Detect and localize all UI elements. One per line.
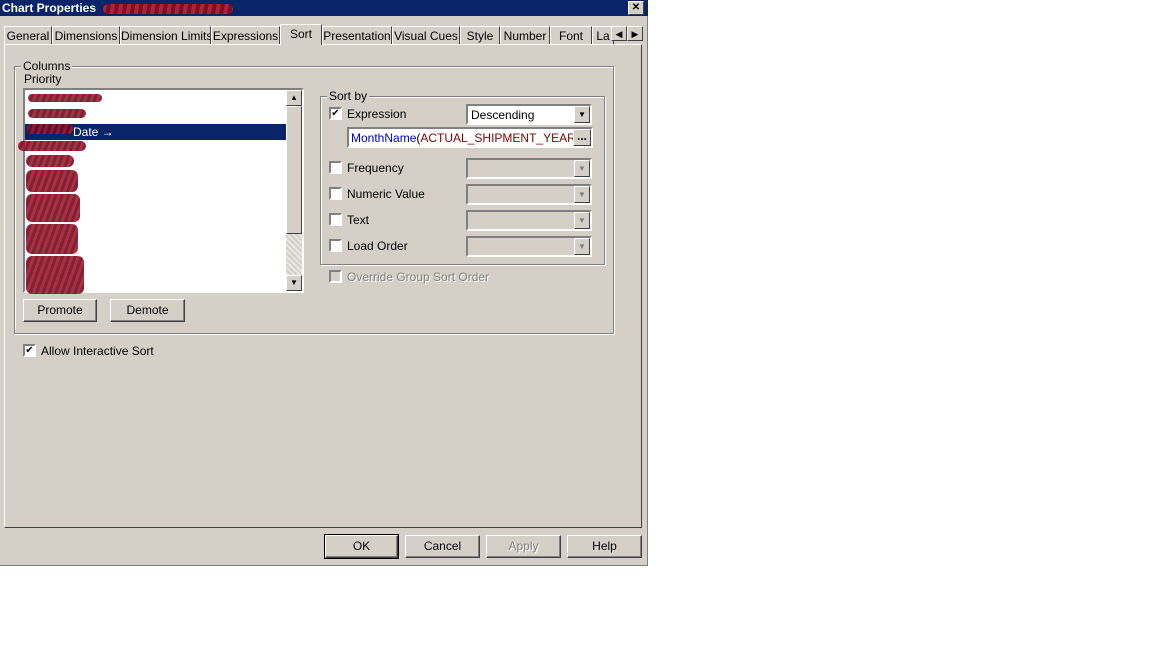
chevron-down-icon: ▼ bbox=[574, 160, 590, 177]
cancel-button[interactable]: Cancel bbox=[405, 535, 480, 558]
tab-dimensions[interactable]: Dimensions bbox=[52, 26, 120, 44]
redaction-scribble bbox=[26, 194, 80, 222]
sort-order-value: Descending bbox=[471, 108, 535, 122]
tab-style[interactable]: Style bbox=[460, 26, 500, 44]
tab-visual-cues[interactable]: Visual Cues bbox=[392, 26, 460, 44]
scroll-up-icon[interactable]: ▲ bbox=[286, 90, 302, 106]
close-button[interactable]: ✕ bbox=[628, 1, 644, 15]
expression-label: Expression bbox=[347, 107, 407, 121]
expression-function: MonthName bbox=[351, 131, 417, 145]
redaction-scribble bbox=[26, 170, 78, 192]
tab-scroll-left-icon[interactable]: ◀ bbox=[611, 26, 627, 41]
redaction-scribble bbox=[26, 256, 84, 294]
load-order-select[interactable]: ▼ bbox=[466, 236, 592, 257]
chevron-down-icon[interactable]: ▼ bbox=[574, 106, 590, 123]
text-label: Text bbox=[347, 213, 370, 227]
promote-button[interactable]: Promote bbox=[23, 299, 97, 322]
listbox-scrollbar[interactable]: ▲ ▼ bbox=[286, 90, 302, 291]
expression-checkbox[interactable]: ✔ bbox=[329, 107, 342, 120]
allow-interactive-sort-label: Allow Interactive Sort bbox=[41, 344, 154, 358]
tab-dimension-limits[interactable]: Dimension Limits bbox=[120, 26, 211, 44]
help-button[interactable]: Help bbox=[567, 535, 642, 558]
numeric-value-checkbox[interactable] bbox=[329, 187, 342, 200]
list-item-selected-label: Date → bbox=[73, 125, 114, 139]
text-order-select[interactable]: ▼ bbox=[466, 210, 592, 231]
chevron-down-icon: ▼ bbox=[574, 212, 590, 229]
tab-sort[interactable]: Sort bbox=[280, 24, 322, 45]
sort-by-group-label: Sort by bbox=[327, 89, 370, 103]
redaction-scribble bbox=[28, 109, 86, 118]
scroll-down-icon[interactable]: ▼ bbox=[286, 275, 302, 291]
columns-group-label: Columns bbox=[21, 59, 73, 73]
chevron-down-icon: ▼ bbox=[574, 238, 590, 255]
frequency-label: Frequency bbox=[347, 161, 404, 175]
allow-interactive-sort-checkbox[interactable]: ✔ bbox=[23, 344, 36, 357]
tab-expressions[interactable]: Expressions bbox=[211, 26, 280, 44]
expression-editor-button[interactable]: ... bbox=[573, 129, 591, 146]
tab-font[interactable]: Font bbox=[550, 26, 592, 44]
title-bar: Chart Properties ✕ bbox=[0, 0, 648, 16]
redacted-title-scribble bbox=[103, 3, 234, 14]
redaction-scribble bbox=[27, 124, 73, 134]
frequency-order-select[interactable]: ▼ bbox=[466, 158, 592, 179]
tab-number[interactable]: Number bbox=[500, 26, 550, 44]
ok-button[interactable]: OK bbox=[324, 534, 399, 559]
priority-label: Priority bbox=[24, 72, 62, 86]
chart-properties-dialog: Chart Properties ✕ General Dimensions Di… bbox=[0, 0, 648, 566]
numeric-value-label: Numeric Value bbox=[347, 187, 425, 201]
frequency-checkbox[interactable] bbox=[329, 161, 342, 174]
text-checkbox[interactable] bbox=[329, 213, 342, 226]
scroll-thumb[interactable] bbox=[286, 106, 302, 234]
redaction-scribble bbox=[26, 155, 74, 167]
tab-scroll-right-icon[interactable]: ▶ bbox=[627, 26, 643, 41]
tab-presentation[interactable]: Presentation bbox=[322, 26, 392, 44]
redaction-scribble bbox=[18, 141, 86, 151]
window-title: Chart Properties bbox=[2, 1, 97, 15]
redaction-scribble bbox=[26, 224, 78, 254]
tab-general[interactable]: General bbox=[4, 26, 52, 44]
sort-expression-field[interactable]: MonthName(ACTUAL_SHIPMENT_YEAR_ ... bbox=[347, 127, 593, 148]
numeric-value-order-select[interactable]: ▼ bbox=[466, 184, 592, 205]
override-group-sort-label: Override Group Sort Order bbox=[347, 270, 490, 284]
demote-button[interactable]: Demote bbox=[110, 299, 185, 322]
expression-argument: ACTUAL_SHIPMENT_YEAR_ bbox=[420, 131, 583, 145]
redaction-scribble bbox=[28, 94, 102, 102]
chevron-down-icon: ▼ bbox=[574, 186, 590, 203]
sort-order-select[interactable]: Descending ▼ bbox=[466, 104, 592, 125]
override-group-sort-checkbox[interactable] bbox=[329, 270, 342, 283]
load-order-label: Load Order bbox=[347, 239, 408, 253]
load-order-checkbox[interactable] bbox=[329, 239, 342, 252]
apply-button[interactable]: Apply bbox=[486, 535, 561, 558]
tab-strip: General Dimensions Dimension Limits Expr… bbox=[4, 24, 644, 45]
